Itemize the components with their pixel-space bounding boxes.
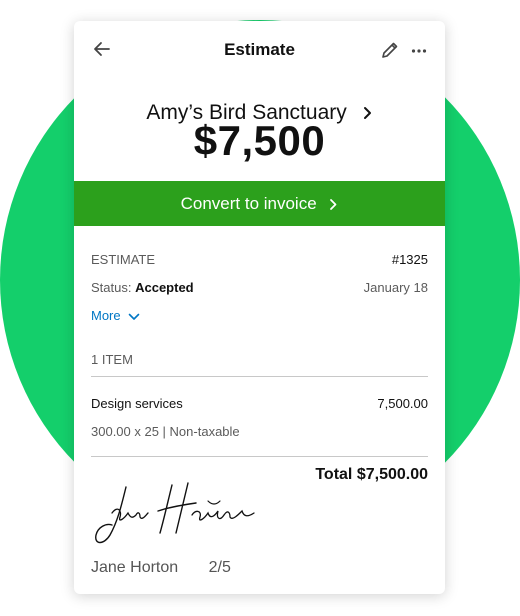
status-label: Status: — [91, 280, 132, 295]
line-item-name: Design services — [91, 396, 183, 411]
chevron-down-icon — [128, 313, 140, 320]
estimate-total: Total $7,500.00 — [315, 466, 428, 483]
estimate-card: Estimate Amy’s Bird Sanctuary $7,500 Con… — [74, 21, 445, 594]
convert-label: Convert to invoice — [180, 194, 317, 213]
estimate-header-row: ESTIMATE #1325 — [91, 252, 428, 267]
more-label: More — [91, 308, 121, 323]
top-bar: Estimate — [74, 21, 445, 79]
estimate-date: January 18 — [363, 280, 428, 295]
line-item[interactable]: Design services 7,500.00 — [91, 396, 428, 411]
signature-footer: Jane Horton 2/5 — [91, 559, 231, 577]
estimate-amount: $7,500 — [193, 117, 326, 164]
more-toggle[interactable]: More — [91, 308, 428, 323]
divider — [91, 376, 428, 377]
status-value: Accepted — [135, 280, 194, 295]
pencil-icon[interactable] — [380, 40, 400, 60]
divider — [91, 456, 428, 457]
item-count: 1 ITEM — [91, 352, 133, 367]
line-item-detail: 300.00 x 25 | Non-taxable — [91, 424, 240, 439]
line-item-amount: 7,500.00 — [377, 396, 428, 411]
estimate-label: ESTIMATE — [91, 252, 156, 267]
convert-to-invoice-button[interactable]: Convert to invoice — [74, 181, 445, 226]
status-row: Status: Accepted January 18 — [91, 280, 428, 295]
page-indicator: 2/5 — [208, 559, 231, 576]
more-dots-icon[interactable] — [411, 48, 427, 54]
estimate-number: #1325 — [391, 252, 428, 267]
signature-image — [95, 482, 255, 544]
chevron-right-icon — [330, 199, 337, 210]
signer-name: Jane Horton — [91, 559, 179, 576]
